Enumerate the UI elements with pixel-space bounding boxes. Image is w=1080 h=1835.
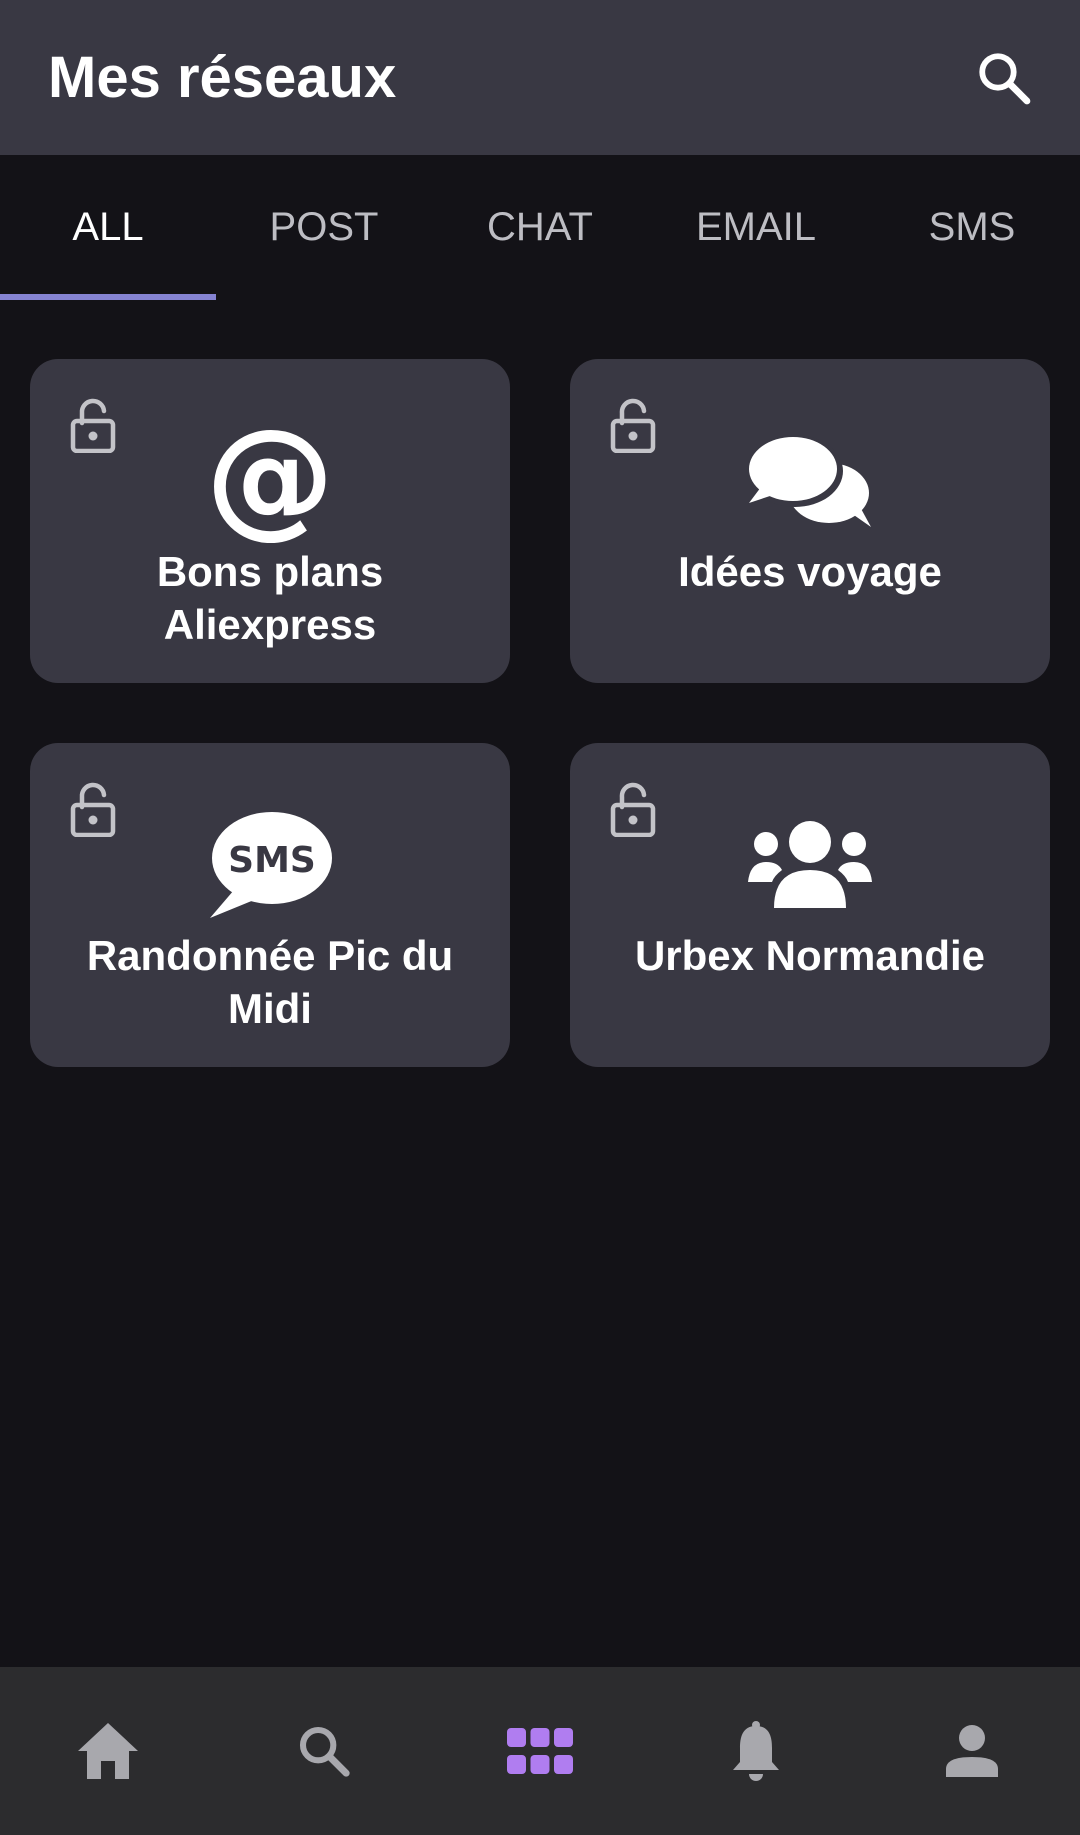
- network-title: Bons plans Aliexpress: [156, 548, 384, 648]
- lock-open-icon: [610, 782, 656, 837]
- bell-icon: [733, 1721, 779, 1781]
- network-title: Urbex Normandie: [634, 932, 986, 979]
- tab-all[interactable]: ALL: [0, 155, 216, 300]
- tab-email[interactable]: EMAIL: [648, 155, 864, 300]
- nav-networks[interactable]: [432, 1667, 648, 1835]
- network-title: Idées voyage: [678, 548, 942, 595]
- search-icon: [979, 52, 1031, 104]
- network-card[interactable]: @ Bons plans Aliexpress: [30, 359, 510, 683]
- page-title: Mes réseaux: [48, 45, 397, 110]
- network-card[interactable]: Urbex Normandie: [570, 743, 1050, 1067]
- nav-profile[interactable]: [864, 1667, 1080, 1835]
- profile-icon: [946, 1725, 998, 1777]
- tab-sms[interactable]: SMS: [864, 155, 1080, 300]
- network-title: Randonnée Pic du Midi: [86, 932, 454, 1032]
- lock-open-icon: [70, 398, 116, 453]
- top-app-bar: Mes réseaux: [0, 0, 1080, 155]
- network-card[interactable]: SMS Randonnée Pic du Midi: [30, 743, 510, 1067]
- bottom-navigation: [0, 1667, 1080, 1835]
- nav-notifications[interactable]: [648, 1667, 864, 1835]
- nav-search[interactable]: [216, 1667, 432, 1835]
- lock-open-icon: [70, 782, 116, 837]
- lock-open-icon: [610, 398, 656, 453]
- group-icon: [745, 805, 875, 925]
- tab-post[interactable]: POST: [216, 155, 432, 300]
- network-card[interactable]: Idées voyage: [570, 359, 1050, 683]
- sms-bubble-icon: SMS: [205, 805, 335, 925]
- svg-text:@: @: [208, 419, 332, 543]
- home-icon: [78, 1723, 138, 1779]
- search-button[interactable]: [972, 46, 1036, 110]
- grid-icon: [507, 1728, 573, 1774]
- tab-chat[interactable]: CHAT: [432, 155, 648, 300]
- filter-tabs: ALL POST CHAT EMAIL SMS: [0, 155, 1080, 300]
- at-icon: @: [205, 419, 335, 543]
- nav-home[interactable]: [0, 1667, 216, 1835]
- app-root: Mes réseaux ALL POST CHAT EMAIL SMS @ Bo…: [0, 0, 1080, 1835]
- svg-text:SMS: SMS: [228, 840, 316, 881]
- network-grid: @ Bons plans Aliexpress Idées voyage SMS…: [30, 359, 1050, 1067]
- chat-bubbles-icon: [745, 421, 875, 541]
- search-icon: [299, 1726, 350, 1777]
